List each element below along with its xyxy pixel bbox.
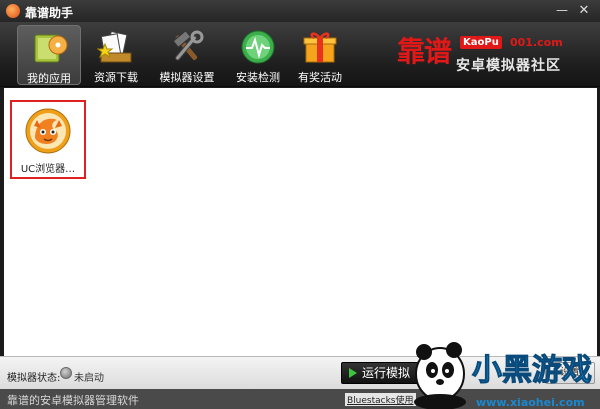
footer-slogan: 靠谱的安卓模拟器管理软件 — [7, 394, 139, 407]
settings-button[interactable]: 设置 — [545, 362, 595, 384]
emulator-status-value: 未启动 — [74, 373, 104, 384]
pulse-check-icon — [241, 30, 275, 64]
brand-site-prefix: KaoPu — [460, 36, 502, 49]
run-emulator-label: 运行模拟 — [362, 366, 411, 380]
tab-reward-events[interactable]: 有奖活动 — [288, 25, 352, 85]
gift-box-icon — [303, 32, 337, 63]
tab-install-check[interactable]: 安装检测 — [226, 25, 290, 85]
footer-bar: 靠谱的安卓模拟器管理软件 Bluestacks使用 — [0, 389, 600, 409]
status-indicator-icon — [60, 367, 72, 379]
tools-icon — [173, 30, 204, 61]
brand-subtitle: 安卓模拟器社区 — [456, 58, 561, 74]
app-logo-icon — [6, 4, 20, 18]
tab-label: 有奖活动 — [298, 71, 342, 84]
minimize-button[interactable]: — — [554, 3, 570, 18]
tab-resource-download[interactable]: 资源下载 — [84, 25, 148, 85]
app-tile-label: UC浏览器… — [20, 164, 76, 175]
brand-name: 靠谱 — [397, 35, 452, 68]
bluestacks-help-link[interactable]: Bluestacks使用 — [345, 393, 416, 406]
tab-label: 安装检测 — [236, 71, 280, 84]
window-title: 靠谱助手 — [25, 6, 74, 20]
tab-my-apps[interactable]: 我的应用 — [17, 25, 81, 85]
tab-emulator-settings[interactable]: 模拟器设置 — [151, 25, 223, 85]
brand-logo: 靠谱 KaoPu 001.com 安卓模拟器社区 — [397, 28, 597, 78]
brand-site-suffix: 001.com — [510, 36, 563, 49]
app-tile-uc-browser[interactable]: UC浏览器… — [10, 100, 86, 179]
play-icon — [349, 368, 357, 378]
app-list-panel: UC浏览器… — [4, 88, 597, 356]
tab-label: 我的应用 — [27, 72, 71, 85]
uc-browser-icon — [25, 108, 71, 154]
emulator-status-label: 模拟器状态: — [7, 373, 61, 384]
run-emulator-button[interactable]: 运行模拟 — [341, 362, 446, 384]
status-bar: 模拟器状态: 未启动 运行模拟 设置 — [0, 356, 600, 389]
close-button[interactable]: ✕ — [576, 3, 592, 18]
main-toolbar: 我的应用 资源下载 模拟器设置 安装检测 有奖活动 靠谱 KaoPu 001.c… — [0, 22, 600, 87]
download-cards-icon — [97, 30, 132, 63]
tab-label: 模拟器设置 — [159, 71, 215, 84]
title-bar: 靠谱助手 — ✕ — [0, 0, 600, 22]
tab-label: 资源下载 — [94, 71, 138, 84]
book-disc-icon — [34, 34, 68, 63]
